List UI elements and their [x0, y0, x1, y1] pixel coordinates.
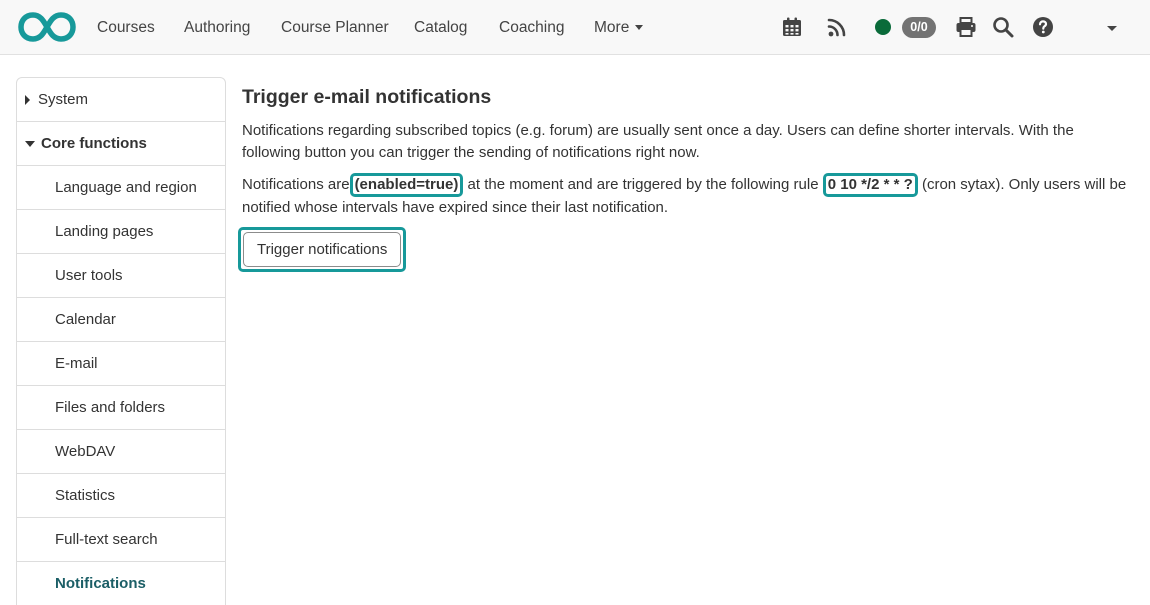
sidebar-item-label: Calendar: [55, 311, 116, 328]
print-icon[interactable]: [954, 15, 978, 39]
user-menu-chevron-down-icon[interactable]: [1107, 26, 1117, 31]
rss-icon[interactable]: [825, 15, 849, 39]
nav-more-label: More: [594, 19, 630, 36]
nav-course-planner[interactable]: Course Planner: [281, 0, 389, 55]
sidebar-item-label: Notifications: [55, 575, 146, 592]
enabled-status-highlight: (enabled=true): [349, 173, 464, 197]
status-text: Notifications are (enabled=true) at the m…: [242, 173, 1132, 219]
sidebar-item-label: Language and region: [55, 179, 197, 196]
sidebar-item-email[interactable]: E-mail: [17, 342, 225, 386]
sidebar-item-label: WebDAV: [55, 443, 116, 460]
chevron-down-icon: [635, 25, 644, 31]
sidebar-item-calendar[interactable]: Calendar: [17, 298, 225, 342]
cron-rule-highlight: 0 10 */2 * * ?: [822, 173, 918, 197]
sidebar-item-label: System: [38, 91, 89, 108]
caret-down-icon: [25, 140, 35, 147]
logo-infinity-icon[interactable]: [18, 11, 76, 43]
calendar-icon[interactable]: [780, 15, 804, 39]
online-status-dot[interactable]: [875, 19, 891, 35]
sidebar-item-label: User tools: [55, 267, 123, 284]
intro-text: Notifications regarding subscribed topic…: [242, 122, 1074, 161]
sidebar-item-label: Files and folders: [55, 399, 166, 416]
search-icon[interactable]: [991, 15, 1015, 39]
trigger-notifications-button[interactable]: Trigger notifications: [243, 231, 402, 267]
sidebar-item-label: Core functions: [41, 135, 147, 152]
nav-catalog[interactable]: Catalog: [414, 0, 467, 55]
nav-coaching[interactable]: Coaching: [499, 0, 565, 55]
sidebar-item-files-and-folders[interactable]: Files and folders: [17, 386, 225, 430]
page-title: Trigger e-mail notifications: [242, 86, 492, 108]
sidebar-item-webdav[interactable]: WebDAV: [17, 430, 225, 474]
sidebar-item-user-tools[interactable]: User tools: [17, 254, 225, 298]
sidebar-item-label: Statistics: [55, 487, 116, 504]
help-icon[interactable]: [1031, 15, 1055, 39]
sidebar-item-language-and-region[interactable]: Language and region: [17, 166, 225, 210]
status-middle: at the moment and are triggered by the f…: [467, 176, 819, 193]
sidebar-item-statistics[interactable]: Statistics: [17, 474, 225, 518]
sidebar-item-notifications[interactable]: Notifications: [17, 562, 225, 605]
sidebar-item-label: E-mail: [55, 355, 98, 372]
counter-badge[interactable]: 0/0: [902, 17, 936, 38]
sidebar-item-label: Landing pages: [55, 223, 154, 240]
sidebar-item-system[interactable]: System: [17, 78, 225, 122]
sidebar-item-full-text-search[interactable]: Full-text search: [17, 518, 225, 562]
nav-more[interactable]: More: [594, 0, 644, 55]
sidebar-item-landing-pages[interactable]: Landing pages: [17, 210, 225, 254]
trigger-button-highlight: Trigger notifications: [238, 226, 407, 272]
sidebar-item-core-functions[interactable]: Core functions: [17, 122, 225, 166]
admin-sidebar: System Core functions Language and regio…: [16, 77, 226, 605]
status-prefix: Notifications are: [242, 176, 350, 193]
main-content: Trigger e-mail notifications Notificatio…: [238, 86, 1132, 272]
nav-courses[interactable]: Courses: [97, 0, 155, 55]
top-navbar: Courses Authoring Course Planner Catalog…: [0, 0, 1150, 55]
caret-right-icon: [25, 94, 30, 105]
nav-authoring[interactable]: Authoring: [184, 0, 250, 55]
sidebar-item-label: Full-text search: [55, 531, 158, 548]
